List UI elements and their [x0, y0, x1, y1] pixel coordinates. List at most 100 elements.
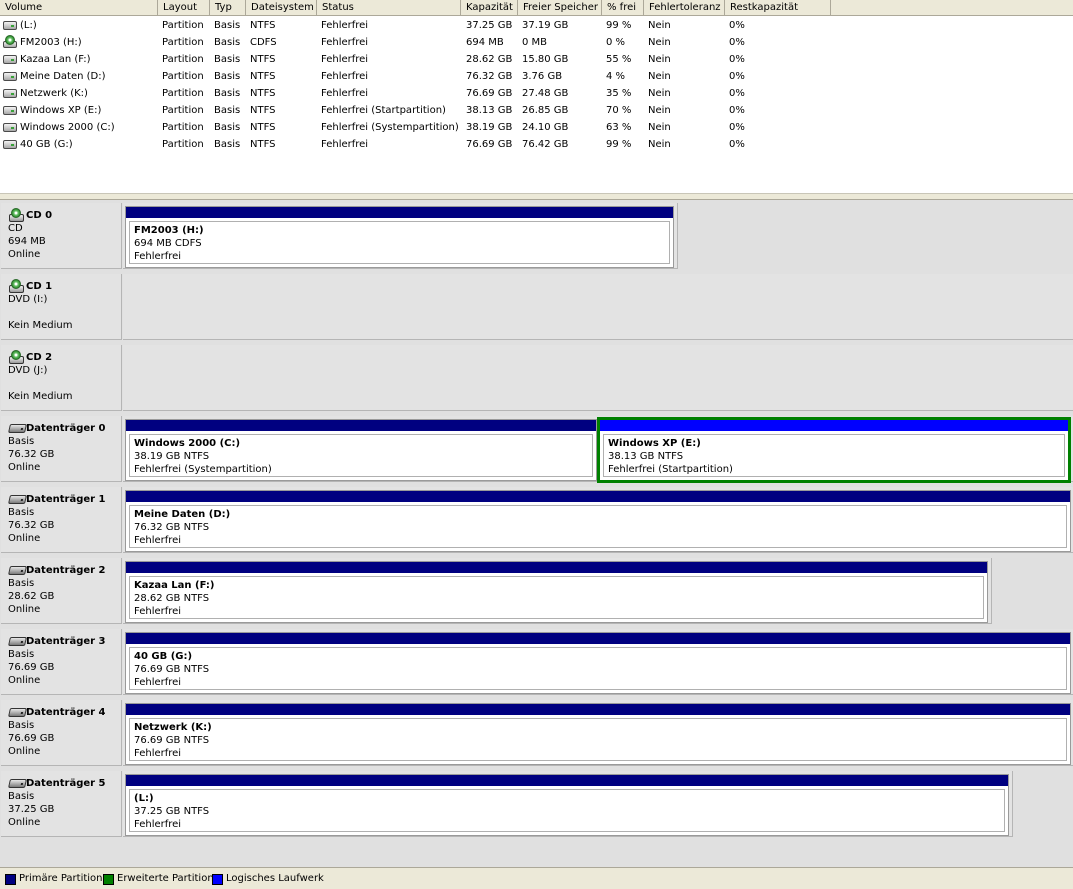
- cd-drive-icon: [3, 35, 17, 48]
- partition-label: Netzwerk (K:): [134, 722, 212, 733]
- disk-name-text: Datenträger 5: [26, 778, 106, 789]
- column-header-layout[interactable]: Layout: [158, 0, 210, 16]
- disk-graphical-view[interactable]: CD 0 CD 694 MB Online FM2003 (H:) 694 MB CDFS…: [0, 200, 1073, 867]
- legend-label: Primäre Partition: [19, 873, 103, 884]
- table-cell-capacity: 38.19 GB: [466, 122, 513, 133]
- table-row[interactable]: Kazaa Lan (F:) Partition Basis NTFS Fehlerfr…: [0, 51, 1073, 68]
- disk-line3: Kein Medium: [8, 391, 73, 402]
- table-row[interactable]: Windows XP (E:) Partition Basis NTFS Fehlerf…: [0, 102, 1073, 119]
- table-cell-volume: Kazaa Lan (F:): [20, 54, 91, 65]
- table-cell-layout: Partition: [162, 54, 204, 65]
- disk-info[interactable]: Datenträger 1 Basis 76.32 GB Online: [1, 487, 122, 553]
- disk-name: Datenträger 5: [8, 777, 121, 790]
- disk-line1: DVD (J:): [8, 365, 48, 376]
- table-cell-capacity: 28.62 GB: [466, 54, 513, 65]
- disk-info[interactable]: Datenträger 2 Basis 28.62 GB Online: [1, 558, 122, 624]
- column-header-freier-speicher[interactable]: Freier Speicher: [518, 0, 602, 16]
- disk-name-text: CD 2: [26, 352, 53, 363]
- table-cell-free: 26.85 GB: [522, 105, 569, 116]
- table-cell-fault: Nein: [648, 88, 671, 99]
- table-cell-free: 24.10 GB: [522, 122, 569, 133]
- disk-partition-area: [123, 345, 1073, 411]
- disk-info[interactable]: Datenträger 5 Basis 37.25 GB Online: [1, 771, 122, 837]
- disk-name: Datenträger 1: [8, 493, 121, 506]
- partition-block[interactable]: Kazaa Lan (F:) 28.62 GB NTFS Fehlerfrei: [125, 561, 988, 623]
- disk-line1: Basis: [8, 720, 35, 731]
- partition-block[interactable]: Netzwerk (K:) 76.69 GB NTFS Fehlerfrei: [125, 703, 1071, 765]
- disk-info[interactable]: Datenträger 3 Basis 76.69 GB Online: [1, 629, 122, 695]
- column-header-fehlertoleranz[interactable]: Fehlertoleranz: [644, 0, 725, 16]
- partition-status: Fehlerfrei: [134, 819, 182, 830]
- table-cell-rest: 0%: [729, 71, 745, 82]
- table-cell-pct: 4 %: [606, 71, 626, 82]
- table-row[interactable]: 40 GB (G:) Partition Basis NTFS Fehlerfrei 76…: [0, 136, 1073, 153]
- pane-splitter[interactable]: [0, 193, 1073, 200]
- hard-disk-icon: [8, 708, 27, 717]
- partition-block[interactable]: Meine Daten (D:) 76.32 GB NTFS Fehlerfrei: [125, 490, 1071, 552]
- table-row[interactable]: Windows 2000 (C:) Partition Basis NTFS Fehle…: [0, 119, 1073, 136]
- legend-bar: Primäre Partition Erweiterte Partition L…: [0, 867, 1073, 889]
- disk-partition-area: Windows 2000 (C:) 38.19 GB NTFS Fehlerfrei…: [123, 416, 1073, 483]
- table-cell-typ: Basis: [214, 139, 241, 150]
- disk-name-text: Datenträger 2: [26, 565, 106, 576]
- partition-block[interactable]: Windows 2000 (C:) 38.19 GB NTFS Fehlerfrei…: [125, 419, 597, 481]
- table-cell-fs: NTFS: [250, 54, 276, 65]
- table-cell-rest: 0%: [729, 37, 745, 48]
- disk-line3: Online: [8, 249, 41, 260]
- disk-line1: Basis: [8, 507, 35, 518]
- drive-icon: [3, 106, 17, 115]
- table-cell-fs: NTFS: [250, 88, 276, 99]
- table-cell-rest: 0%: [729, 88, 745, 99]
- disk-line3: Online: [8, 746, 41, 757]
- column-header-dateisystem[interactable]: Dateisystem: [246, 0, 317, 16]
- column-header-status[interactable]: Status: [317, 0, 461, 16]
- table-cell-typ: Basis: [214, 54, 241, 65]
- partition-block[interactable]: Windows XP (E:) 38.13 GB NTFS Fehlerfrei (…: [597, 417, 1071, 483]
- table-cell-typ: Basis: [214, 88, 241, 99]
- disk-name: CD 1: [8, 279, 121, 293]
- disk-name-text: CD 0: [26, 210, 53, 221]
- table-cell-layout: Partition: [162, 20, 204, 31]
- table-row[interactable]: Meine Daten (D:) Partition Basis NTFS Fehler…: [0, 68, 1073, 85]
- legend-swatch-primary: [5, 874, 16, 885]
- partition-status: Fehlerfrei: [134, 748, 182, 759]
- partition-color-bar: [126, 207, 673, 218]
- legend-extended-partition: Erweiterte Partition: [103, 873, 214, 885]
- table-cell-volume: Netzwerk (K:): [20, 88, 88, 99]
- partition-block[interactable]: FM2003 (H:) 694 MB CDFS Fehlerfrei: [125, 206, 674, 268]
- table-cell-layout: Partition: [162, 71, 204, 82]
- column-header-kapazitaet[interactable]: Kapazität: [461, 0, 518, 16]
- legend-swatch-extended: [103, 874, 114, 885]
- table-cell-pct: 99 %: [606, 20, 632, 31]
- disk-name-text: Datenträger 1: [26, 494, 106, 505]
- table-row[interactable]: FM2003 (H:) Partition Basis CDFS Fehlerfrei 6…: [0, 34, 1073, 51]
- table-cell-pct: 63 %: [606, 122, 632, 133]
- column-header-typ[interactable]: Typ: [210, 0, 246, 16]
- column-header-prozent-frei[interactable]: % frei: [602, 0, 644, 16]
- volume-list[interactable]: Volume Layout Typ Dateisystem Status Kap…: [0, 0, 1073, 193]
- column-header-volume[interactable]: Volume: [0, 0, 158, 16]
- disk-info[interactable]: CD 2 DVD (J:) Kein Medium: [1, 345, 122, 411]
- table-cell-fs: NTFS: [250, 139, 276, 150]
- drive-icon: [3, 140, 17, 149]
- partition-color-bar: [126, 491, 1070, 502]
- disk-info[interactable]: CD 0 CD 694 MB Online: [1, 203, 122, 269]
- partition-block[interactable]: (L:) 37.25 GB NTFS Fehlerfrei: [125, 774, 1009, 836]
- partition-color-bar: [126, 775, 1008, 786]
- partition-size: 38.13 GB NTFS: [608, 451, 684, 462]
- table-cell-volume: Windows XP (E:): [20, 105, 102, 116]
- legend-swatch-logical: [212, 874, 223, 885]
- disk-line2: [8, 377, 121, 390]
- partition-status: Fehlerfrei: [134, 677, 182, 688]
- table-row[interactable]: (L:) Partition Basis NTFS Fehlerfrei 37.25 GB…: [0, 17, 1073, 34]
- disk-info[interactable]: CD 1 DVD (I:) Kein Medium: [1, 274, 122, 340]
- column-header-restkapazitaet[interactable]: Restkapazität: [725, 0, 831, 16]
- partition-color-bar: [126, 704, 1070, 715]
- legend-primary-partition: Primäre Partition: [5, 873, 103, 885]
- table-cell-status: Fehlerfrei: [321, 139, 369, 150]
- disk-info[interactable]: Datenträger 4 Basis 76.69 GB Online: [1, 700, 122, 766]
- disk-row: Datenträger 1 Basis 76.32 GB Online Meine Da…: [0, 484, 1073, 554]
- disk-info[interactable]: Datenträger 0 Basis 76.32 GB Online: [1, 416, 122, 482]
- table-row[interactable]: Netzwerk (K:) Partition Basis NTFS Fehlerfre…: [0, 85, 1073, 102]
- partition-block[interactable]: 40 GB (G:) 76.69 GB NTFS Fehlerfrei: [125, 632, 1071, 694]
